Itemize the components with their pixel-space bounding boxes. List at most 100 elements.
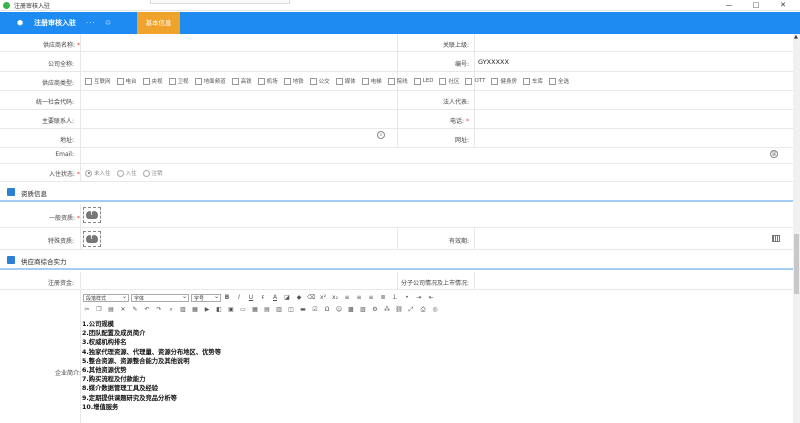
vertical-scrollbar[interactable]: ▲ xyxy=(793,34,800,423)
clear-format-icon[interactable]: ✕ xyxy=(119,306,127,314)
flash-icon[interactable]: ◧ xyxy=(215,306,223,314)
tab-basic-info[interactable]: 基本信息 xyxy=(137,12,180,34)
type-checkbox[interactable]: 电梯 xyxy=(361,77,382,85)
company-fullname-input[interactable] xyxy=(82,55,395,70)
template-icon[interactable]: ◫ xyxy=(287,306,295,314)
image-icon[interactable]: ▨ xyxy=(179,306,187,314)
map-pin-icon[interactable]: ⌕ xyxy=(377,131,385,139)
address-input[interactable] xyxy=(82,131,372,146)
credit-code-input[interactable] xyxy=(82,93,395,108)
email-icon[interactable]: @ xyxy=(770,150,778,158)
type-checkbox[interactable]: OTT xyxy=(465,77,485,85)
fullscreen-icon[interactable]: ⤢ xyxy=(407,306,415,314)
document-icon[interactable]: ▤ xyxy=(263,306,271,314)
highlight-icon[interactable]: ◪ xyxy=(283,294,291,302)
page-break-icon[interactable]: ⁂ xyxy=(383,306,391,314)
type-checkbox[interactable]: 央视 xyxy=(142,77,163,85)
type-checkbox[interactable]: 电台 xyxy=(116,77,137,85)
multi-image-icon[interactable]: ▦ xyxy=(191,306,199,314)
fill-icon[interactable]: ◆ xyxy=(295,294,303,302)
validity-label: 有效期: xyxy=(448,238,469,245)
hr-icon[interactable]: ▬ xyxy=(299,306,307,314)
align-left-icon[interactable]: ≡ xyxy=(343,294,351,302)
type-checkbox[interactable]: 媒体 xyxy=(335,77,356,85)
type-checkbox[interactable]: 公交 xyxy=(309,77,330,85)
format-painter-icon[interactable]: ✎ xyxy=(131,306,139,314)
subscript-icon[interactable]: x₂ xyxy=(331,294,339,302)
table-icon[interactable]: ▦ xyxy=(251,306,259,314)
settings-icon[interactable]: ⚙ xyxy=(371,306,379,314)
special-char-icon[interactable]: Ω xyxy=(323,306,331,314)
special-qualification-upload[interactable] xyxy=(83,231,101,247)
select-all-checkbox[interactable]: 全选 xyxy=(548,77,569,85)
email-input[interactable] xyxy=(82,149,762,163)
type-checkbox[interactable]: 高铁 xyxy=(231,77,252,85)
scroll-up-icon[interactable]: ▲ xyxy=(794,34,798,40)
status-label: 入住状态: * xyxy=(49,171,80,178)
phone-input[interactable] xyxy=(477,112,790,127)
font-select[interactable]: 字体 xyxy=(131,293,189,302)
contact-input[interactable] xyxy=(82,112,395,127)
close-button[interactable]: ✕ xyxy=(773,0,793,11)
font-color-icon[interactable]: A xyxy=(271,294,279,302)
type-checkbox[interactable]: 车库 xyxy=(522,77,543,85)
ordered-list-icon[interactable]: ⒈ xyxy=(391,294,399,302)
type-checkbox[interactable]: 卫视 xyxy=(168,77,189,85)
undo-icon[interactable]: ↶ xyxy=(143,306,151,314)
print-icon[interactable]: ⎙ xyxy=(419,306,427,314)
video-icon[interactable]: ▶ xyxy=(203,306,211,314)
justify-icon[interactable]: ≣ xyxy=(379,294,387,302)
indent-icon[interactable]: ⇥ xyxy=(415,294,423,302)
type-checkbox[interactable]: 地面频道 xyxy=(194,77,226,85)
maximize-button[interactable]: □ xyxy=(746,0,766,11)
checkbox-icon[interactable]: ☑ xyxy=(311,306,319,314)
status-radio-cancelled[interactable]: 注销 xyxy=(142,169,163,177)
align-right-icon[interactable]: ≡ xyxy=(367,294,375,302)
related-parent-input[interactable] xyxy=(477,36,790,50)
anchor-icon[interactable]: ▧ xyxy=(359,306,367,314)
media-icon[interactable]: ▣ xyxy=(227,306,235,314)
unordered-list-icon[interactable]: • xyxy=(403,294,411,302)
status-radio-entered[interactable]: 入住 xyxy=(116,169,137,177)
bold-icon[interactable]: B xyxy=(223,294,231,302)
legal-rep-input[interactable] xyxy=(477,93,790,108)
italic-icon[interactable]: I xyxy=(235,294,243,302)
code-icon[interactable]: ▥ xyxy=(275,306,283,314)
recycle-icon[interactable]: ♲ xyxy=(105,19,111,27)
type-checkbox[interactable]: LED xyxy=(413,77,433,85)
type-checkbox[interactable]: 社区 xyxy=(439,77,459,85)
cut-icon[interactable]: ✂ xyxy=(83,306,91,314)
type-checkbox[interactable]: 院线 xyxy=(387,77,408,85)
calendar-icon[interactable] xyxy=(772,235,780,242)
map-icon[interactable]: ▩ xyxy=(347,306,355,314)
file-icon[interactable]: ▭ xyxy=(239,306,247,314)
minimize-button[interactable]: — xyxy=(719,0,739,11)
more-icon[interactable]: ··· xyxy=(86,19,96,27)
preview-icon[interactable]: ◎ xyxy=(431,306,439,314)
type-checkbox[interactable]: 互联网 xyxy=(85,77,111,85)
paste-icon[interactable]: ▤ xyxy=(107,306,115,314)
superscript-icon[interactable]: x² xyxy=(319,294,327,302)
outdent-icon[interactable]: ⇤ xyxy=(427,294,435,302)
redo-icon[interactable]: ↷ xyxy=(155,306,163,314)
align-center-icon[interactable]: ≡ xyxy=(355,294,363,302)
form-row: 供应商类型: 互联网 电台 央视 卫视 地面频道 高铁 机场 地铁 公交 媒体 … xyxy=(0,72,793,91)
type-checkbox[interactable]: 地铁 xyxy=(283,77,304,85)
type-checkbox[interactable]: 健身房 xyxy=(491,77,517,85)
paragraph-style-select[interactable]: 段落样式 xyxy=(83,293,129,302)
eraser-icon[interactable]: ⌫ xyxy=(307,294,315,302)
intro-editor-content[interactable]: 1.公司规模 2.团队配置及成员简介 3.权威机构排名 4.独家代理资源、代理量… xyxy=(82,320,221,412)
supplier-name-input[interactable] xyxy=(82,36,395,50)
strikethrough-icon[interactable]: ꜰ xyxy=(259,294,267,302)
find-icon[interactable]: ⌕ xyxy=(167,306,175,314)
status-radio-not-entered[interactable]: 未入住 xyxy=(85,169,111,177)
underline-icon[interactable]: U xyxy=(247,294,255,302)
general-qualification-upload[interactable] xyxy=(83,207,101,223)
font-size-select[interactable]: 字号 xyxy=(191,293,221,302)
link-icon[interactable]: ⛓ xyxy=(395,306,403,314)
scroll-thumb[interactable] xyxy=(794,234,799,294)
copy-icon[interactable]: ❐ xyxy=(95,306,103,314)
website-input[interactable] xyxy=(477,131,790,146)
emoticon-icon[interactable]: ☺ xyxy=(335,306,343,314)
type-checkbox[interactable]: 机场 xyxy=(257,77,278,85)
